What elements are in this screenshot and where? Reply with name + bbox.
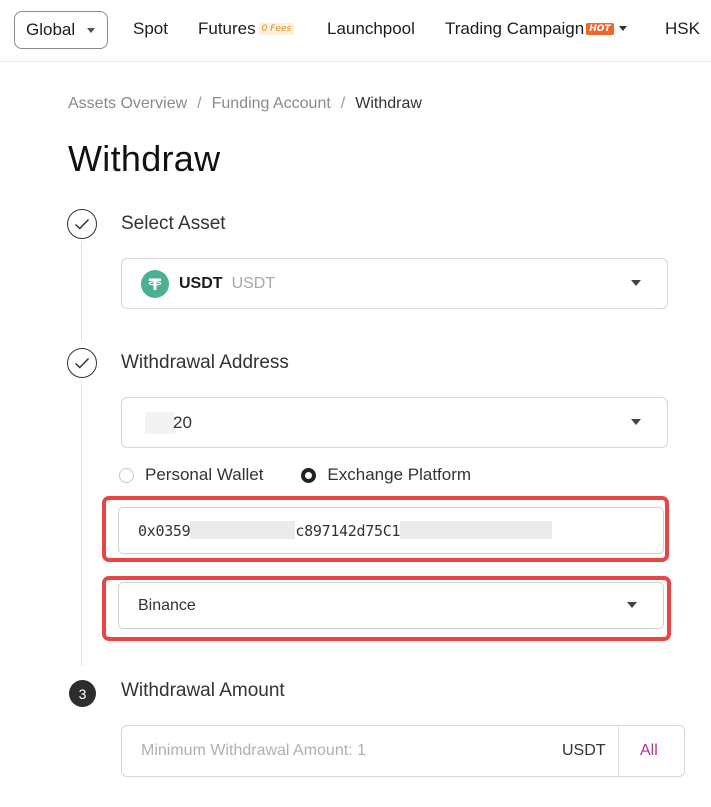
nav-spot-label: Spot bbox=[133, 19, 168, 38]
redacted-block bbox=[190, 521, 296, 539]
chevron-down-icon bbox=[627, 602, 637, 608]
divider bbox=[618, 726, 619, 776]
asset-name: USDT bbox=[231, 274, 276, 292]
address-middle: c897142d75C1 bbox=[295, 522, 401, 540]
asset-symbol: USDT bbox=[179, 274, 223, 292]
chevron-down-icon bbox=[87, 27, 96, 33]
amount-unit: USDT bbox=[562, 742, 606, 759]
chevron-down-icon bbox=[631, 419, 641, 425]
breadcrumb-funding-account[interactable]: Funding Account bbox=[212, 95, 331, 112]
withdraw-all-button[interactable]: All bbox=[640, 742, 658, 760]
step-withdrawal-amount-label: Withdrawal Amount bbox=[121, 680, 285, 701]
check-icon bbox=[67, 348, 97, 378]
nav-trading-campaign-label: Trading Campaign bbox=[445, 19, 585, 38]
step-connector bbox=[81, 241, 82, 341]
breadcrumb-separator: / bbox=[340, 95, 346, 112]
tether-icon bbox=[141, 269, 169, 298]
network-select[interactable]: 20 bbox=[121, 397, 668, 448]
network-value: 20 bbox=[173, 412, 192, 432]
address-start: 0x0359 bbox=[138, 522, 191, 540]
fees-badge: 0 Fees bbox=[258, 23, 295, 35]
amount-placeholder: Minimum Withdrawal Amount: 1 bbox=[141, 742, 366, 759]
nav-spot[interactable]: Spot bbox=[133, 19, 168, 39]
page-title: Withdraw bbox=[68, 138, 221, 179]
nav-hsk[interactable]: HSK bbox=[665, 19, 700, 39]
check-icon bbox=[67, 209, 97, 239]
breadcrumb-separator: / bbox=[197, 95, 202, 112]
hot-badge: HOT bbox=[586, 23, 614, 35]
chevron-down-icon bbox=[631, 280, 641, 286]
radio-personal-wallet[interactable] bbox=[119, 467, 134, 483]
asset-select[interactable]: USDT USDT bbox=[121, 258, 668, 309]
radio-exchange-platform[interactable] bbox=[301, 467, 317, 483]
wallet-type-group: Personal Wallet Exchange Platform bbox=[119, 465, 471, 485]
nav-trading-campaign[interactable]: Trading Campaign HOT bbox=[445, 19, 627, 39]
nav-launchpool-label: Launchpool bbox=[327, 19, 415, 38]
region-label: Global bbox=[26, 20, 76, 39]
radio-personal-wallet-label[interactable]: Personal Wallet bbox=[145, 465, 263, 485]
platform-select[interactable]: Binance bbox=[118, 582, 664, 629]
nav-launchpool[interactable]: Launchpool bbox=[327, 19, 415, 39]
step-connector bbox=[81, 380, 82, 666]
address-input[interactable]: 0x0359 c897142d75C1 bbox=[118, 507, 664, 554]
step-number-badge: 3 bbox=[69, 680, 96, 707]
step-withdrawal-address-label: Withdrawal Address bbox=[121, 352, 289, 373]
step-select-asset-label: Select Asset bbox=[121, 213, 226, 234]
breadcrumb-withdraw: Withdraw bbox=[355, 95, 422, 112]
region-selector[interactable]: Global bbox=[14, 11, 108, 49]
breadcrumb-assets-overview[interactable]: Assets Overview bbox=[68, 95, 187, 112]
nav-hsk-label: HSK bbox=[665, 19, 700, 38]
top-nav: Global Spot Futures 0 Fees Launchpool Tra… bbox=[0, 0, 711, 62]
radio-exchange-platform-label[interactable]: Exchange Platform bbox=[327, 465, 471, 485]
address-value: 0x0359 c897142d75C1 bbox=[138, 521, 553, 540]
nav-futures[interactable]: Futures 0 Fees bbox=[198, 19, 295, 39]
platform-value: Binance bbox=[138, 596, 196, 614]
nav-futures-label: Futures bbox=[198, 19, 256, 38]
breadcrumb: Assets Overview / Funding Account / Withdraw bbox=[68, 95, 422, 113]
redacted-block bbox=[400, 521, 553, 539]
chevron-down-icon bbox=[618, 26, 627, 31]
amount-input[interactable]: Minimum Withdrawal Amount: 1 USDT All bbox=[121, 725, 685, 777]
redacted-block bbox=[145, 411, 175, 434]
